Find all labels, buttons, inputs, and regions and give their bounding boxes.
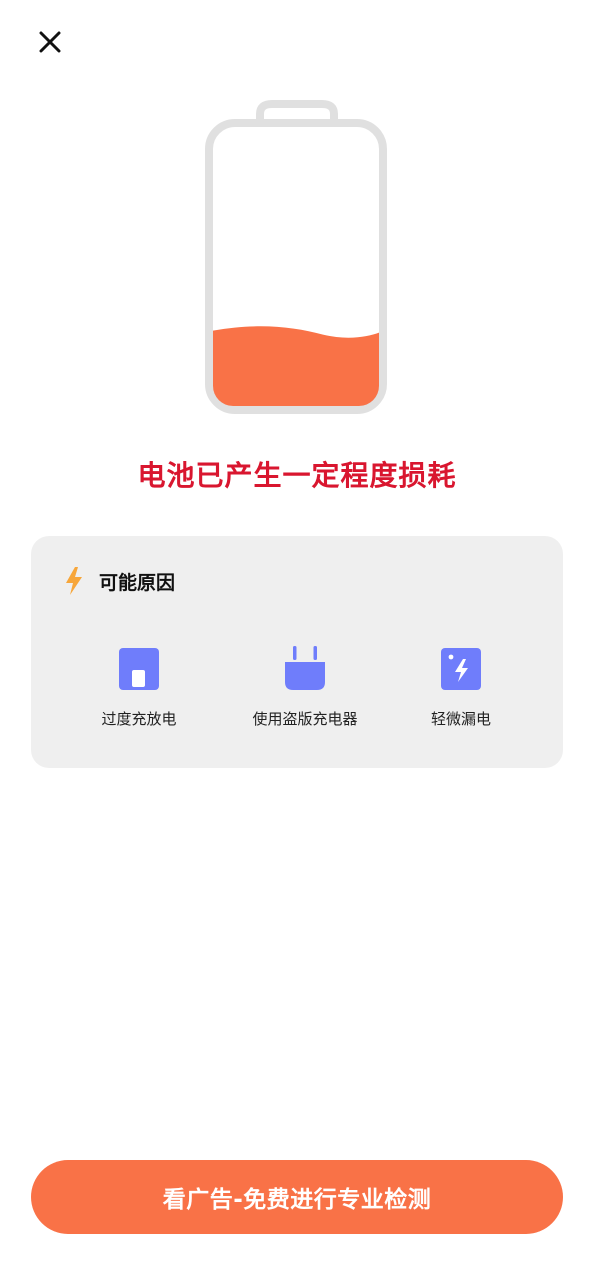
watch-ad-free-check-button[interactable]: 看广告-免费进行专业检测 bbox=[31, 1160, 563, 1234]
reason-item-overcharge: 过度充放电 bbox=[49, 644, 229, 729]
charger-plug-icon bbox=[285, 646, 325, 690]
reason-label: 轻微漏电 bbox=[430, 710, 491, 728]
reason-label: 过度充放电 bbox=[101, 710, 177, 728]
lightning-icon bbox=[66, 567, 82, 595]
reason-label: 使用盗版充电器 bbox=[252, 710, 358, 728]
battery-cell-icon bbox=[119, 648, 159, 690]
battery-illustration bbox=[205, 100, 387, 414]
leakage-bolt-icon bbox=[441, 648, 481, 690]
reasons-header: 可能原因 bbox=[63, 566, 175, 596]
battery-status-headline: 电池已产生一定程度损耗 bbox=[137, 459, 457, 492]
close-icon bbox=[39, 31, 61, 53]
possible-reasons-card: 可能原因 过度充放电 使用盗版充电器 轻微漏电 bbox=[31, 536, 563, 768]
reason-item-leakage: 轻微漏电 bbox=[371, 644, 551, 729]
battery-level-fill bbox=[213, 326, 379, 406]
close-button[interactable] bbox=[30, 22, 70, 62]
reasons-title: 可能原因 bbox=[99, 571, 176, 594]
reason-item-pirated-charger: 使用盗版充电器 bbox=[215, 644, 395, 729]
